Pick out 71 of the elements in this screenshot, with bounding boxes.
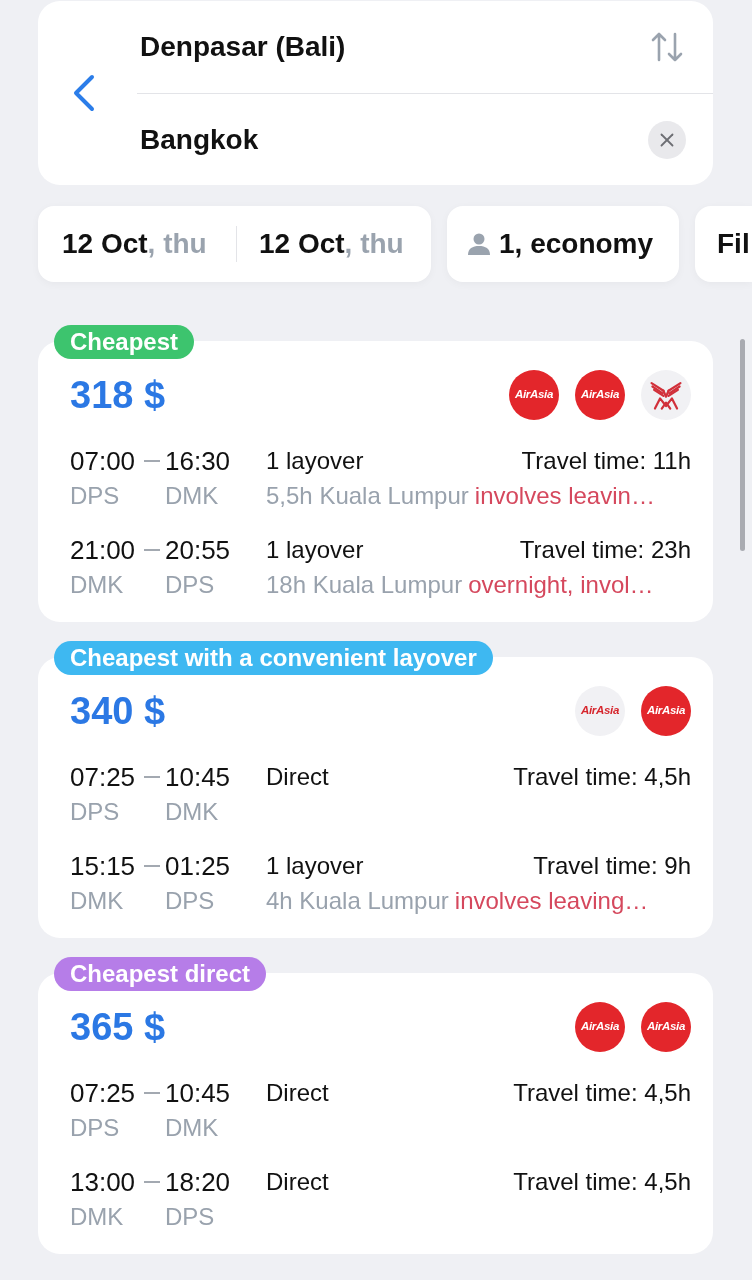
dash-icon bbox=[144, 775, 160, 778]
departure-airport-code: DMK bbox=[70, 569, 124, 600]
travel-time: Travel time: 9h bbox=[533, 850, 691, 881]
airline-logo: AirAsia bbox=[641, 1002, 691, 1052]
departure-time: 21:00 bbox=[70, 534, 136, 565]
arrival-airport-code: DMK bbox=[165, 480, 219, 511]
stops-label: 1 layover bbox=[266, 850, 364, 881]
arrival-time: 10:45 bbox=[165, 761, 231, 792]
passengers-button[interactable]: 1, economy bbox=[447, 206, 679, 282]
arrival-time: 10:45 bbox=[165, 1077, 231, 1108]
airline-logo: AirAsia bbox=[575, 1002, 625, 1052]
filters-button[interactable]: Fil bbox=[695, 206, 752, 282]
date-button[interactable]: 12 Oct, thu bbox=[259, 226, 404, 262]
arrival-airport-code: DMK bbox=[165, 1112, 219, 1143]
category-tag: Cheapest bbox=[54, 325, 195, 359]
stops-label: Direct bbox=[266, 1166, 329, 1197]
arrival-airport-code: DPS bbox=[165, 569, 215, 600]
dash-icon bbox=[144, 459, 160, 462]
arrival-time: 01:25 bbox=[165, 850, 231, 881]
destination-field[interactable]: Bangkok bbox=[140, 121, 648, 158]
travel-time: Travel time: 4,5h bbox=[513, 1166, 691, 1197]
layover-warning: involves leaving… bbox=[454, 885, 649, 916]
dash-icon bbox=[144, 548, 160, 551]
arrival-airport-code: DPS bbox=[165, 1201, 215, 1232]
origin-field[interactable]: Denpasar (Bali) bbox=[140, 29, 648, 65]
stops-label: 1 layover bbox=[266, 534, 364, 565]
arrival-time: 16:30 bbox=[165, 445, 231, 476]
travel-time: Travel time: 4,5h bbox=[513, 761, 691, 792]
category-tag: Cheapest with a convenient layover bbox=[54, 641, 493, 675]
layover-warning: overnight, invol… bbox=[468, 569, 654, 600]
date-button[interactable]: 12 Oct, thu bbox=[62, 226, 236, 262]
layover-info: 4h Kuala Lumpur bbox=[266, 885, 449, 916]
layover-info: 5,5h Kuala Lumpur bbox=[266, 480, 469, 511]
layover-warning: involves leavin… bbox=[474, 480, 655, 511]
arrival-airport-code: DMK bbox=[165, 796, 219, 827]
dash-icon bbox=[144, 1091, 160, 1094]
departure-time: 07:00 bbox=[70, 445, 136, 476]
price-text: 340 $ bbox=[70, 689, 166, 734]
arrival-time: 20:55 bbox=[165, 534, 231, 565]
departure-airport-code: DPS bbox=[70, 796, 120, 827]
travel-time: Travel time: 23h bbox=[519, 534, 691, 565]
category-tag: Cheapest direct bbox=[54, 957, 267, 991]
departure-time: 15:15 bbox=[70, 850, 136, 881]
travel-time: Travel time: 4,5h bbox=[513, 1077, 691, 1108]
departure-airport-code: DMK bbox=[70, 885, 124, 916]
airline-logo: AirAsia bbox=[575, 370, 625, 420]
chevron-left-icon bbox=[72, 74, 96, 112]
departure-time: 07:25 bbox=[70, 1077, 136, 1108]
dash-icon bbox=[144, 1180, 160, 1183]
person-icon bbox=[468, 233, 490, 255]
price-text: 318 $ bbox=[70, 373, 166, 418]
arrival-time: 18:20 bbox=[165, 1166, 231, 1197]
layover-info: 18h Kuala Lumpur bbox=[266, 569, 463, 600]
departure-time: 07:25 bbox=[70, 761, 136, 792]
stops-label: 1 layover bbox=[266, 445, 364, 476]
travel-time: Travel time: 11h bbox=[521, 445, 691, 476]
back-button[interactable] bbox=[72, 74, 96, 112]
swap-arrows-icon bbox=[651, 32, 683, 62]
airline-logo: AirAsia bbox=[575, 686, 625, 736]
departure-airport-code: DPS bbox=[70, 480, 120, 511]
arrival-airport-code: DPS bbox=[165, 885, 215, 916]
departure-airport-code: DPS bbox=[70, 1112, 120, 1143]
airline-logo: AirAsia bbox=[641, 686, 691, 736]
departure-airport-code: DMK bbox=[70, 1201, 124, 1232]
airline-logo: AirAsia bbox=[509, 370, 559, 420]
departure-time: 13:00 bbox=[70, 1166, 136, 1197]
stops-label: Direct bbox=[266, 761, 329, 792]
stops-label: Direct bbox=[266, 1077, 329, 1108]
clear-button[interactable] bbox=[648, 120, 686, 159]
price-text: 365 $ bbox=[70, 1005, 166, 1050]
dash-icon bbox=[144, 864, 160, 867]
